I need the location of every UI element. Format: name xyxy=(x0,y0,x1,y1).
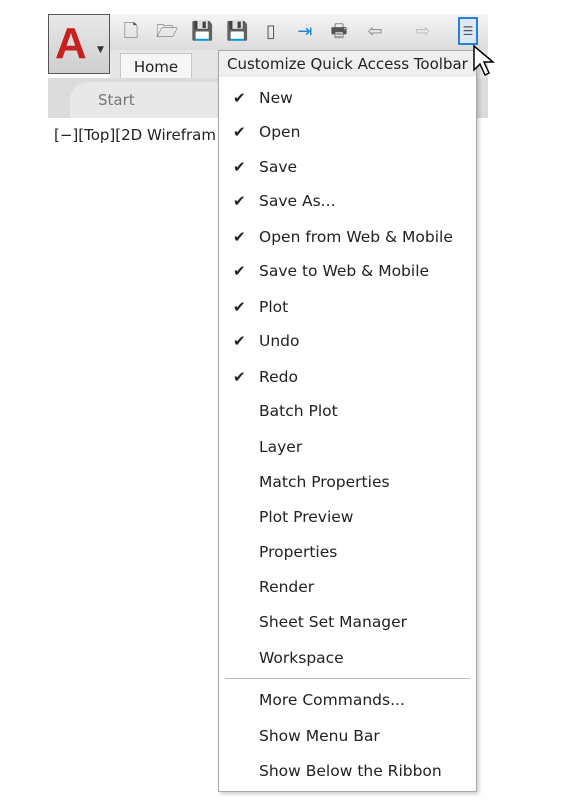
customize-dropdown-icon[interactable]: ☰ xyxy=(458,17,478,45)
open-icon[interactable]: 🗁 xyxy=(156,20,178,44)
autocad-logo-icon: A xyxy=(55,19,87,68)
menu-item-label: Sheet Set Manager xyxy=(259,613,408,631)
menu-item-label: Plot xyxy=(259,298,289,316)
menu-item-redo[interactable]: ✔ Redo xyxy=(219,362,476,392)
save-icon[interactable]: 💾 xyxy=(191,20,213,44)
menu-item-label: Save As... xyxy=(259,192,336,210)
menu-item-label: Show Menu Bar xyxy=(259,727,380,745)
checkmark-icon: ✔ xyxy=(233,89,246,107)
viewport-controls[interactable]: [−][Top][2D Wirefram xyxy=(54,126,216,144)
menu-item-save[interactable]: ✔ Save xyxy=(219,152,476,182)
menu-item-label: Batch Plot xyxy=(259,402,338,420)
menu-item-label: Save xyxy=(259,158,298,176)
menu-item-layer[interactable]: Layer xyxy=(219,432,476,462)
menu-separator xyxy=(225,678,470,679)
chevron-down-icon: ▼ xyxy=(97,45,104,55)
mouse-cursor-icon xyxy=(473,44,496,77)
menu-item-new[interactable]: ✔ New xyxy=(219,83,476,113)
checkmark-icon: ✔ xyxy=(233,158,246,176)
checkmark-icon: ✔ xyxy=(233,332,246,350)
menu-item-label: Save to Web & Mobile xyxy=(259,262,430,280)
menu-item-show-menu-bar[interactable]: Show Menu Bar xyxy=(219,721,476,751)
menu-item-label: Open xyxy=(259,123,301,141)
menu-item-label: Open from Web & Mobile xyxy=(259,228,453,246)
menu-item-batch-plot[interactable]: Batch Plot xyxy=(219,396,476,426)
tab-home[interactable]: Home xyxy=(120,53,192,79)
checkmark-icon: ✔ xyxy=(233,298,246,316)
redo-icon[interactable]: ⇨ xyxy=(412,20,434,44)
save-web-mobile-icon[interactable]: ⇥ xyxy=(294,20,316,44)
menu-item-undo[interactable]: ✔ Undo xyxy=(219,326,476,356)
menu-item-show-below-the-ribbon[interactable]: Show Below the Ribbon xyxy=(219,756,476,786)
menu-item-label: Plot Preview xyxy=(259,508,354,526)
menu-item-open[interactable]: ✔ Open xyxy=(219,117,476,147)
tab-start[interactable]: Start xyxy=(70,82,218,118)
checkmark-icon: ✔ xyxy=(233,192,246,210)
checkmark-icon: ✔ xyxy=(233,228,246,246)
menu-item-more-commands[interactable]: More Commands... xyxy=(219,685,476,715)
plot-icon[interactable]: 🖶 xyxy=(328,20,350,44)
menu-item-match-properties[interactable]: Match Properties xyxy=(219,467,476,497)
menu-item-plot-preview[interactable]: Plot Preview xyxy=(219,502,476,532)
menu-item-sheet-set-manager[interactable]: Sheet Set Manager xyxy=(219,607,476,637)
menu-item-label: Match Properties xyxy=(259,473,390,491)
menu-item-label: Show Below the Ribbon xyxy=(259,762,442,780)
application-menu-button[interactable]: A ▼ xyxy=(48,14,110,74)
checkmark-icon: ✔ xyxy=(233,123,246,141)
menu-item-label: More Commands... xyxy=(259,691,405,709)
open-web-mobile-icon[interactable]: ▯ xyxy=(260,20,282,44)
menu-item-plot[interactable]: ✔ Plot xyxy=(219,292,476,322)
checkmark-icon: ✔ xyxy=(233,262,246,280)
menu-item-label: Undo xyxy=(259,332,300,350)
menu-item-save-to-web-mobile[interactable]: ✔ Save to Web & Mobile xyxy=(219,256,476,286)
menu-item-save-as[interactable]: ✔ Save As... xyxy=(219,186,476,216)
menu-item-label: Redo xyxy=(259,368,298,386)
undo-icon[interactable]: ⇦ xyxy=(364,20,386,44)
menu-item-label: Render xyxy=(259,578,315,596)
customize-quick-access-menu: Customize Quick Access Toolbar ✔ New ✔ Open… xyxy=(218,50,477,792)
checkmark-icon: ✔ xyxy=(233,368,246,386)
menu-item-properties[interactable]: Properties xyxy=(219,537,476,567)
menu-item-render[interactable]: Render xyxy=(219,572,476,602)
menu-title: Customize Quick Access Toolbar xyxy=(219,51,476,77)
new-icon[interactable]: 🗋 xyxy=(120,20,142,44)
menu-item-label: New xyxy=(259,89,293,107)
menu-item-label: Properties xyxy=(259,543,338,561)
menu-item-label: Layer xyxy=(259,438,303,456)
save-as-icon[interactable]: 💾 xyxy=(226,20,248,44)
menu-item-open-from-web-mobile[interactable]: ✔ Open from Web & Mobile xyxy=(219,222,476,252)
menu-item-label: Workspace xyxy=(259,649,344,667)
menu-item-workspace[interactable]: Workspace xyxy=(219,643,476,673)
